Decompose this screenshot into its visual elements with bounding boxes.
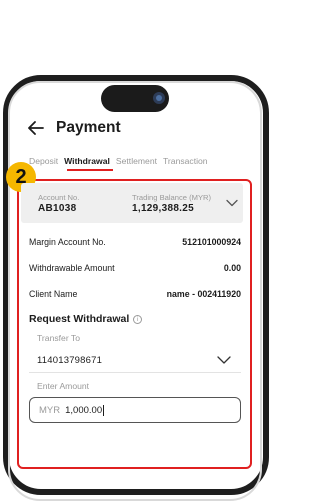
tab-withdrawal[interactable]: Withdrawal	[64, 156, 110, 166]
page-title: Payment	[56, 119, 121, 136]
header: Payment	[26, 117, 121, 139]
info-icon[interactable]: i	[133, 314, 143, 324]
account-label: Account No.	[38, 193, 80, 202]
tab-bar: Deposit Withdrawal Settlement Transactio…	[29, 156, 208, 166]
back-arrow-icon[interactable]	[26, 118, 46, 138]
amount-input[interactable]: MYR 1,000.00	[29, 397, 241, 423]
account-value: AB1038	[38, 203, 77, 214]
tab-settlement[interactable]: Settlement	[116, 156, 157, 166]
currency-prefix: MYR	[39, 404, 61, 416]
client-name-row: Client Name name - 002411920	[29, 289, 241, 299]
withdrawable-amount-row: Withdrawable Amount 0.00	[29, 263, 241, 273]
margin-account-row: Margin Account No. 512101000924	[29, 237, 241, 247]
info-label: Margin Account No.	[29, 237, 106, 247]
section-title-text: Request Withdrawal	[29, 313, 130, 325]
camera-icon	[153, 92, 165, 104]
balance-value: 1,129,388.25	[132, 203, 194, 214]
transfer-to-select[interactable]: 114013798671	[29, 348, 241, 373]
info-value: 512101000924	[182, 237, 241, 247]
info-label: Client Name	[29, 289, 78, 299]
info-label: Withdrawable Amount	[29, 263, 115, 273]
request-withdrawal-title: Request Withdrawal i	[29, 313, 143, 325]
balance-label: Trading Balance (MYR)	[132, 193, 212, 202]
amount-value: 1,000.00	[65, 404, 103, 416]
info-value: 0.00	[223, 263, 241, 273]
info-value: name - 002411920	[166, 289, 241, 299]
chevron-down-icon[interactable]	[217, 355, 231, 365]
transfer-to-label: Transfer To	[37, 333, 80, 343]
enter-amount-label: Enter Amount	[37, 381, 90, 391]
text-caret	[103, 404, 105, 416]
transfer-to-value: 114013798671	[37, 355, 103, 366]
tab-deposit[interactable]: Deposit	[29, 156, 58, 166]
account-selector[interactable]: Account No. AB1038 Trading Balance (MYR)…	[21, 183, 243, 223]
chevron-down-icon[interactable]	[226, 199, 238, 207]
tab-transaction[interactable]: Transaction	[163, 156, 208, 166]
